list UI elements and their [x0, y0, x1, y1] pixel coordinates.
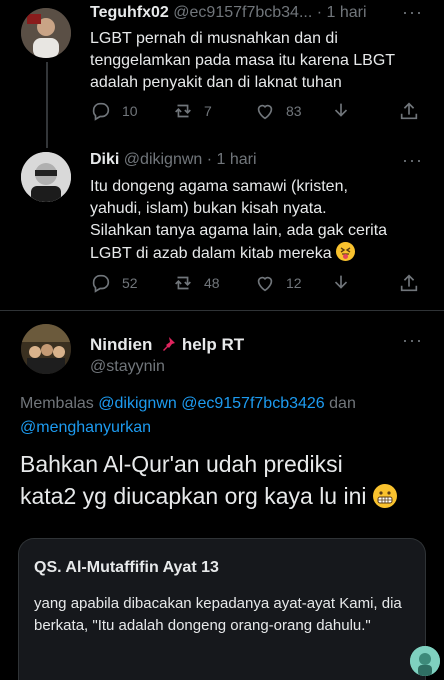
- card-title: QS. Al-Mutaffifin Ayat 13: [34, 559, 219, 576]
- tweet-text-line: Bahkan Al-Qur'an udah prediksi: [20, 451, 343, 477]
- reply-icon: [92, 274, 110, 293]
- tweet-text-line: LGBT pernah di musnahkan dan di: [90, 30, 338, 47]
- floating-avatar-icon[interactable]: [410, 646, 440, 676]
- tweet-actions: 52 48 12: [90, 272, 430, 296]
- more-options-icon[interactable]: ···: [402, 2, 423, 23]
- tweet-text: Itu dongeng agama samawi (kristen, yahud…: [90, 176, 440, 265]
- tweet-text-line: yahudi, islam) bukan kisah nyata.: [90, 200, 327, 217]
- like-count: 12: [286, 275, 302, 291]
- download-icon: [334, 103, 348, 117]
- avatar[interactable]: [21, 324, 71, 374]
- like-button[interactable]: 12: [254, 272, 302, 294]
- avatar[interactable]: [21, 152, 71, 202]
- share-button[interactable]: [398, 100, 420, 122]
- download-button[interactable]: [330, 100, 352, 122]
- divider: [0, 310, 444, 311]
- retweet-icon: [175, 104, 191, 118]
- retweet-button[interactable]: 48: [172, 272, 220, 294]
- retweet-button[interactable]: 7: [172, 100, 212, 122]
- download-icon: [334, 275, 348, 289]
- display-name[interactable]: Teguhfx02: [90, 4, 169, 21]
- grimacing-emoji: [372, 484, 397, 508]
- mention-link[interactable]: @ec9157f7bcb3426: [181, 395, 324, 412]
- quote-card[interactable]: QS. Al-Mutaffifin Ayat 13 yang apabila d…: [18, 538, 426, 680]
- tweet-header: Teguhfx02 @ec9157f7bcb34... · 1 hari: [90, 4, 367, 22]
- timestamp[interactable]: · 1 hari: [207, 151, 257, 168]
- pin-icon: [163, 337, 176, 351]
- card-text: yang apabila dibacakan kepadanya ayat-ay…: [34, 595, 402, 634]
- replying-to-label: Membalas: [20, 395, 94, 412]
- more-options-icon[interactable]: ···: [402, 330, 423, 351]
- like-count: 83: [286, 103, 302, 119]
- retweet-count: 7: [204, 103, 212, 119]
- display-name[interactable]: Nindien: [90, 335, 152, 354]
- more-options-icon[interactable]: ···: [402, 150, 423, 171]
- tweet-text-line: kata2 yg diucapkan org kaya lu ini: [20, 480, 440, 512]
- display-name[interactable]: Diki: [90, 151, 119, 168]
- tweet-text: LGBT pernah di musnahkan dan di tenggela…: [90, 28, 435, 94]
- mention-link[interactable]: @menghanyurkan: [20, 419, 151, 436]
- share-icon: [400, 274, 418, 292]
- timestamp[interactable]: · 1 hari: [317, 4, 367, 21]
- tweet-text-line: adalah penyakit dan di laknat tuhan: [90, 74, 342, 91]
- download-button[interactable]: [330, 272, 352, 294]
- tweet-header: Diki @dikignwn · 1 hari: [90, 151, 257, 169]
- heart-icon: [257, 104, 273, 120]
- squinting-tongue-emoji: [336, 242, 356, 261]
- display-name-suffix: help RT: [181, 335, 245, 354]
- retweet-icon: [175, 276, 191, 290]
- tweet-text-line: Itu dongeng agama samawi (kristen,: [90, 178, 348, 195]
- tweet-header: Nindien help RT: [90, 335, 244, 355]
- reply-button[interactable]: 52: [90, 272, 138, 294]
- reply-count: 10: [122, 103, 138, 119]
- main-tweet-text: Bahkan Al-Qur'an udah prediksi kata2 yg …: [20, 448, 440, 512]
- reply-count: 52: [122, 275, 138, 291]
- retweet-count: 48: [204, 275, 220, 291]
- reply-button[interactable]: 10: [90, 100, 138, 122]
- user-handle[interactable]: @stayynin: [90, 358, 165, 376]
- mention-link[interactable]: @dikignwn: [98, 395, 177, 412]
- share-icon: [400, 102, 418, 120]
- avatar[interactable]: [21, 8, 71, 58]
- reply-icon: [92, 102, 110, 121]
- like-button[interactable]: 83: [254, 100, 302, 122]
- tweet-actions: 10 7 83: [90, 100, 430, 124]
- replying-to: Membalas @dikignwn @ec9157f7bcb3426 dan …: [20, 392, 430, 440]
- heart-icon: [257, 276, 273, 292]
- tweet-text-line: tenggelamkan pada masa itu karena LBGT: [90, 52, 396, 69]
- user-handle[interactable]: @ec9157f7bcb34...: [173, 4, 312, 21]
- tweet-text-line: Silahkan tanya agama lain, ada gak cerit…: [90, 222, 388, 239]
- thread-line: [46, 62, 48, 148]
- share-button[interactable]: [398, 272, 420, 294]
- user-handle[interactable]: @dikignwn: [124, 151, 203, 168]
- tweet-text-line: LGBT di azab dalam kitab mereka: [90, 242, 440, 265]
- mention-joiner: dan: [329, 395, 356, 412]
